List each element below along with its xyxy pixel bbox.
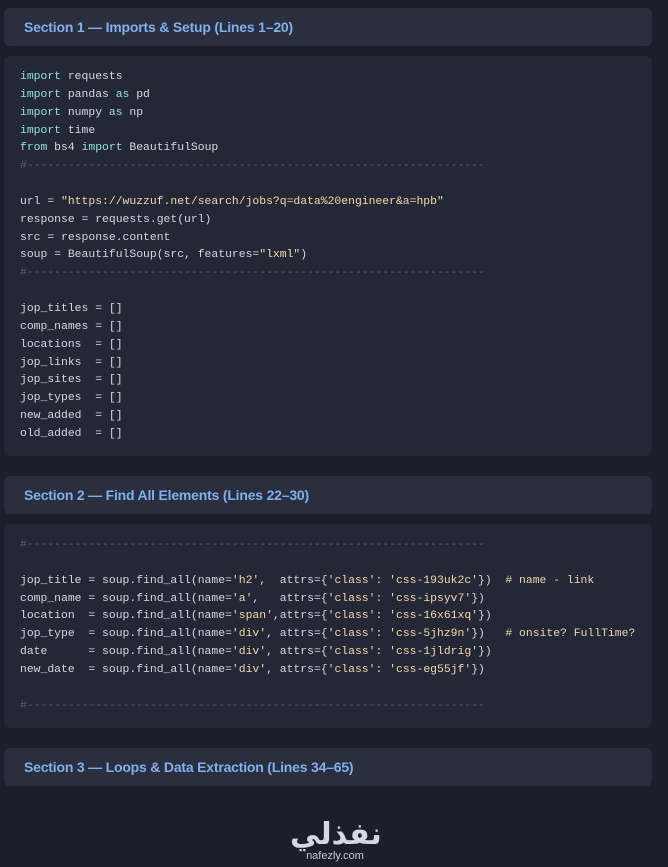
- code-block-find-all: #---------------------------------------…: [4, 524, 652, 728]
- code-block-imports: import requests import pandas as pd impo…: [4, 56, 652, 456]
- section-1-title: Section 1 — Imports & Setup (Lines 1–20): [24, 19, 293, 35]
- section-3-header[interactable]: Section 3 — Loops & Data Extraction (Lin…: [4, 748, 652, 786]
- section-2-header[interactable]: Section 2 — Find All Elements (Lines 22–…: [4, 476, 652, 514]
- section-1-header[interactable]: Section 1 — Imports & Setup (Lines 1–20): [4, 8, 652, 46]
- logo-arabic-text: نفذلي: [290, 817, 382, 852]
- code-find-all: #---------------------------------------…: [20, 539, 636, 712]
- section-3-title: Section 3 — Loops & Data Extraction (Lin…: [24, 759, 354, 775]
- nafezly-logo: نفذلي nafezly.com: [290, 817, 382, 863]
- section-2-title: Section 2 — Find All Elements (Lines 22–…: [24, 487, 309, 503]
- code-imports: import requests import pandas as pd impo…: [20, 71, 485, 440]
